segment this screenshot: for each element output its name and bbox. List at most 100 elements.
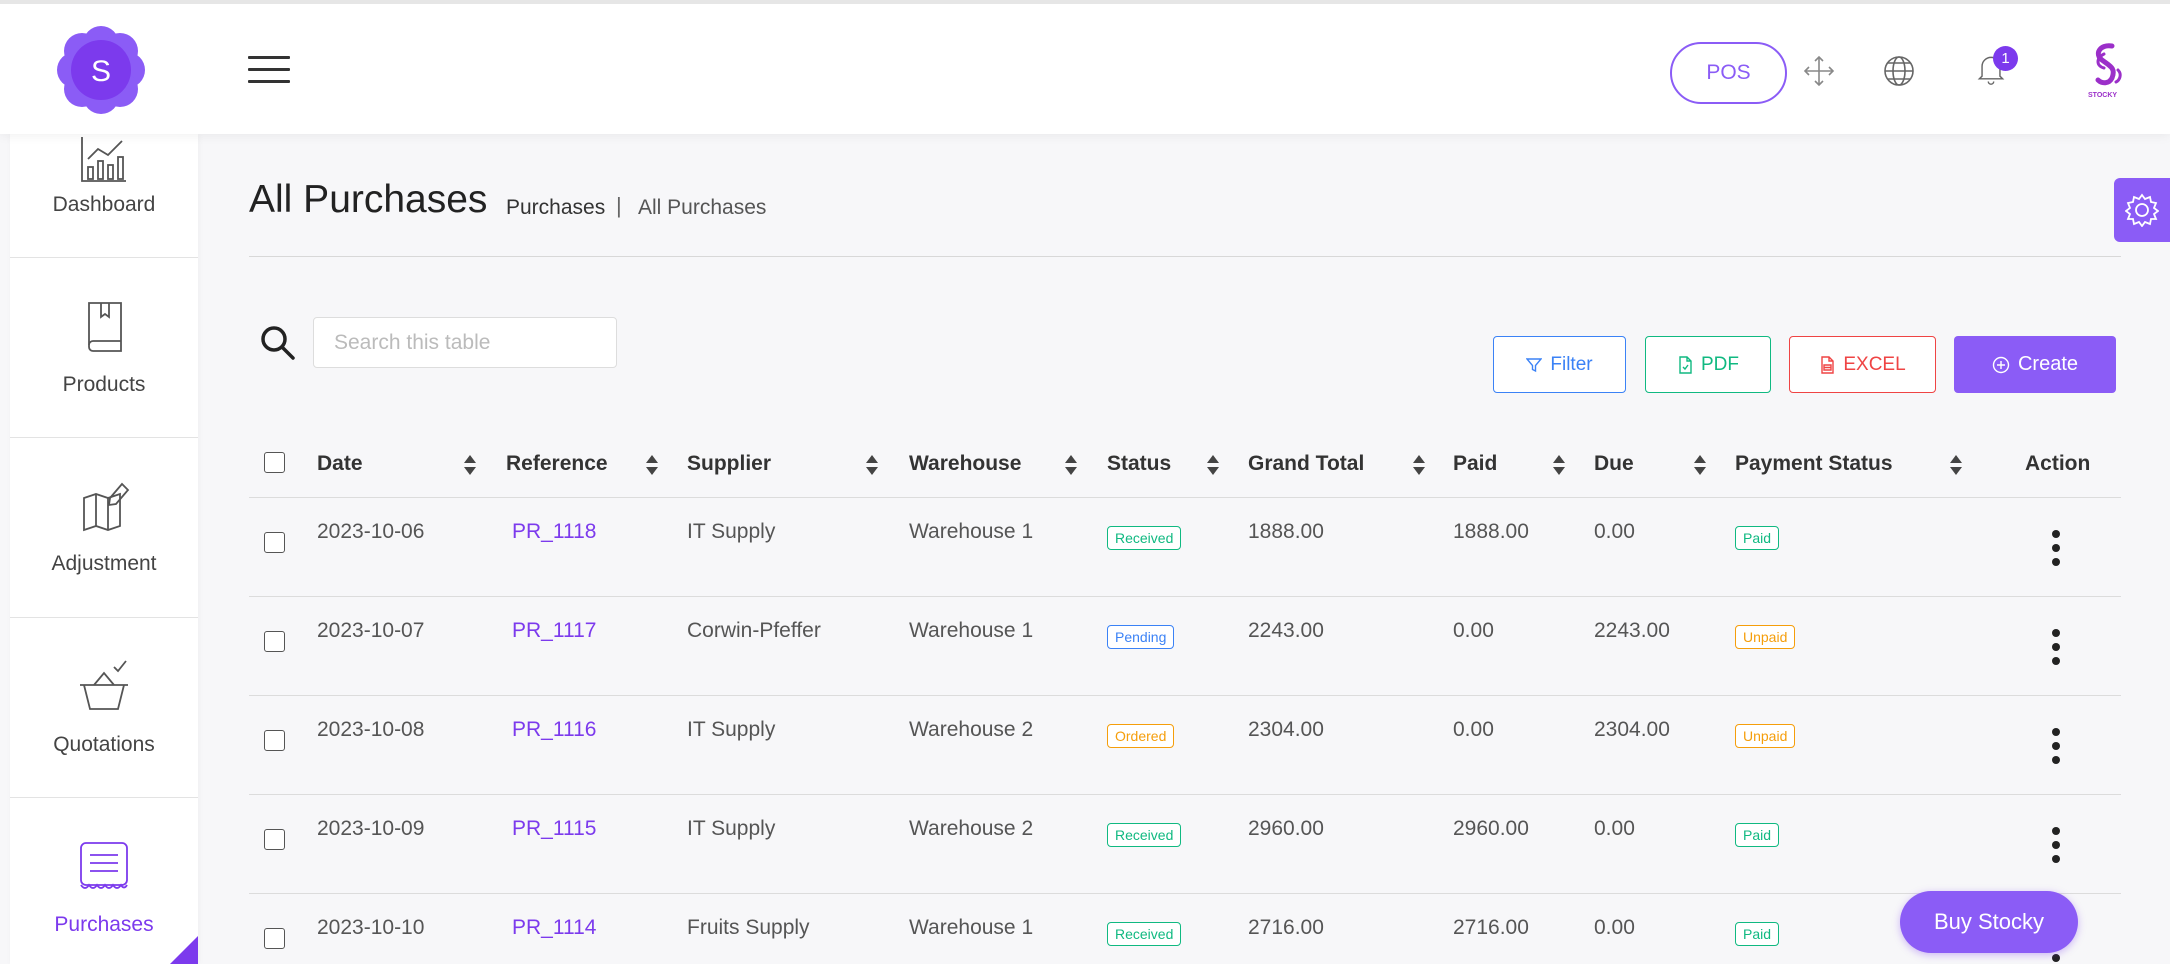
- quotations-basket-check-icon: [80, 659, 128, 710]
- row-due: 0.00: [1594, 520, 1635, 543]
- column-header-payment-status[interactable]: Payment Status: [1735, 452, 1893, 476]
- column-header-warehouse[interactable]: Warehouse: [909, 452, 1021, 476]
- brand-text: STOCKY: [2088, 92, 2118, 99]
- search-icon: [261, 326, 295, 360]
- excel-file-icon: [1821, 355, 1835, 374]
- column-header-date[interactable]: Date: [317, 452, 363, 476]
- excel-export-button[interactable]: EXCEL: [1789, 336, 1936, 393]
- row-reference-link[interactable]: PR_1118: [512, 520, 596, 544]
- column-header-paid[interactable]: Paid: [1453, 452, 1497, 476]
- row-actions-menu-icon[interactable]: [2050, 827, 2062, 863]
- sort-icon[interactable]: [645, 454, 659, 476]
- row-reference-link[interactable]: PR_1115: [512, 817, 596, 841]
- pdf-button-label: PDF: [1701, 353, 1739, 375]
- row-warehouse: Warehouse 1: [909, 916, 1034, 939]
- sidebar-item-label: Products: [62, 372, 146, 396]
- row-actions-menu-icon[interactable]: [2050, 530, 2062, 566]
- row-reference-link[interactable]: PR_1114: [512, 916, 596, 940]
- search-input[interactable]: [313, 317, 617, 368]
- row-paid: 2716.00: [1453, 916, 1529, 939]
- row-date: 2023-10-09: [317, 817, 425, 840]
- row-checkbox[interactable]: [264, 928, 285, 949]
- sort-icon[interactable]: [1552, 454, 1566, 476]
- payment-status-badge: Paid: [1735, 823, 1780, 847]
- sort-icon[interactable]: [1064, 454, 1078, 476]
- notification-count-badge: 1: [1993, 46, 2018, 71]
- sort-icon[interactable]: [1206, 454, 1220, 476]
- products-book-icon: [88, 301, 122, 352]
- column-header-reference[interactable]: Reference: [506, 452, 608, 476]
- row-supplier: IT Supply: [687, 520, 776, 543]
- row-grand-total: 2304.00: [1248, 718, 1324, 741]
- app-logo[interactable]: S: [55, 24, 147, 116]
- top-bar: S POS 1 STOCKY: [0, 0, 2170, 134]
- payment-status-badge: Unpaid: [1735, 625, 1796, 649]
- breadcrumb-separator: |: [616, 193, 622, 218]
- row-grand-total: 2960.00: [1248, 817, 1324, 840]
- table-row: 2023-10-09 PR_1115 IT Supply Warehouse 2…: [249, 795, 2121, 894]
- row-actions-menu-icon[interactable]: [2050, 728, 2062, 764]
- row-supplier: Fruits Supply: [687, 916, 810, 939]
- filter-button[interactable]: Filter: [1493, 336, 1626, 393]
- fullscreen-icon[interactable]: [1802, 54, 1836, 88]
- row-supplier: IT Supply: [687, 718, 776, 741]
- customizer-toggle[interactable]: [2114, 178, 2170, 242]
- column-header-supplier[interactable]: Supplier: [687, 452, 771, 476]
- sidebar-item-label: Adjustment: [51, 551, 157, 575]
- row-checkbox[interactable]: [264, 631, 285, 652]
- row-grand-total: 2716.00: [1248, 916, 1324, 939]
- buy-stocky-button[interactable]: Buy Stocky: [1900, 891, 2078, 953]
- payment-status-badge: Paid: [1735, 526, 1780, 550]
- breadcrumb-current: All Purchases: [638, 196, 767, 219]
- row-date: 2023-10-08: [317, 718, 425, 741]
- sort-icon[interactable]: [865, 454, 879, 476]
- row-checkbox[interactable]: [264, 730, 285, 751]
- sidebar-item-label: Purchases: [54, 913, 154, 936]
- sidebar-item-label: Dashboard: [52, 193, 156, 216]
- title-divider: [249, 256, 2121, 257]
- row-actions-menu-icon[interactable]: [2050, 629, 2062, 665]
- payment-status-badge: Paid: [1735, 922, 1780, 946]
- row-reference-link[interactable]: PR_1117: [512, 619, 596, 643]
- row-reference-link[interactable]: PR_1116: [512, 718, 596, 742]
- row-checkbox[interactable]: [264, 829, 285, 850]
- row-warehouse: Warehouse 2: [909, 817, 1034, 840]
- sidebar-item-quotations[interactable]: Quotations: [10, 618, 198, 798]
- add-circle-icon: [1992, 356, 2010, 373]
- language-globe-icon[interactable]: [1882, 54, 1916, 88]
- column-header-due[interactable]: Due: [1594, 452, 1634, 476]
- row-grand-total: 2243.00: [1248, 619, 1324, 642]
- sort-icon[interactable]: [463, 454, 477, 476]
- row-paid: 0.00: [1453, 619, 1494, 642]
- sort-icon[interactable]: [1412, 454, 1426, 476]
- sidebar-item-dashboard[interactable]: Dashboard: [10, 134, 198, 258]
- row-date: 2023-10-06: [317, 520, 425, 543]
- sidebar-item-products[interactable]: Products: [10, 258, 198, 438]
- column-header-status[interactable]: Status: [1107, 452, 1171, 476]
- row-supplier: IT Supply: [687, 817, 776, 840]
- column-header-grand-total[interactable]: Grand Total: [1248, 452, 1364, 476]
- filter-funnel-icon: [1526, 357, 1543, 372]
- table-header: Date Reference Supplier Warehouse Status…: [249, 440, 2121, 498]
- create-button-label: Create: [2017, 353, 2079, 375]
- sort-icon[interactable]: [1693, 454, 1707, 476]
- status-badge: Received: [1107, 526, 1182, 550]
- purchases-receipt-icon: [80, 842, 128, 889]
- row-checkbox[interactable]: [264, 532, 285, 553]
- table-row: 2023-10-06 PR_1118 IT Supply Warehouse 1…: [249, 498, 2121, 597]
- page-title: All Purchases: [249, 178, 488, 221]
- sidebar-item-adjustment[interactable]: Adjustment: [10, 438, 198, 618]
- menu-toggle-button[interactable]: [248, 56, 290, 86]
- pdf-export-button[interactable]: PDF: [1645, 336, 1771, 393]
- pos-button[interactable]: POS: [1670, 42, 1787, 104]
- excel-button-label: EXCEL: [1843, 353, 1906, 375]
- filter-button-label: Filter: [1550, 353, 1593, 375]
- row-paid: 0.00: [1453, 718, 1494, 741]
- row-grand-total: 1888.00: [1248, 520, 1324, 543]
- create-purchase-button[interactable]: Create: [1954, 336, 2116, 393]
- sort-icon[interactable]: [1949, 454, 1963, 476]
- select-all-checkbox[interactable]: [264, 452, 285, 473]
- breadcrumb-purchases[interactable]: Purchases: [506, 196, 605, 220]
- pdf-file-icon: [1679, 355, 1692, 374]
- row-due: 2243.00: [1594, 619, 1670, 642]
